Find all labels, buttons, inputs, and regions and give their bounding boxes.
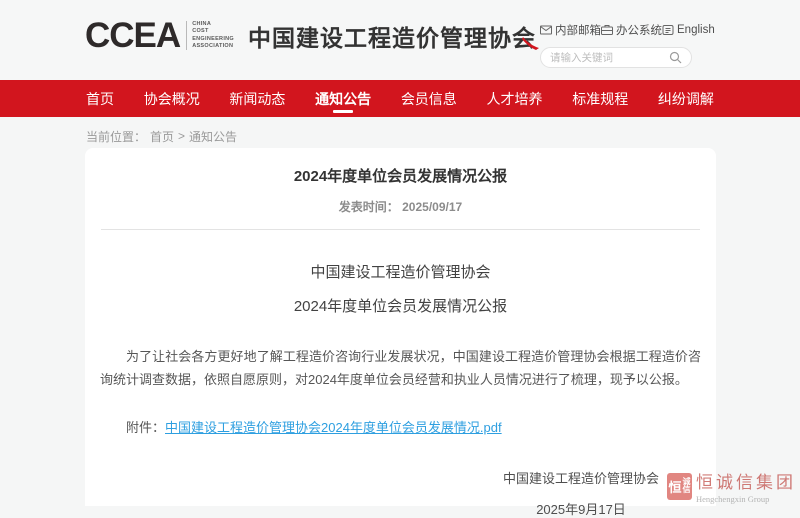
main-nav-inner: 首页 协会概况 新闻动态 通知公告 会员信息 人才培养 标准规程 纠纷调解 <box>86 80 714 117</box>
nav-item-home[interactable]: 首页 <box>86 80 114 117</box>
article-paragraph: 为了让社会各方更好地了解工程造价咨询行业发展状况，中国建设工程造价管理协会根据工… <box>100 345 701 391</box>
attachment-pdf-link[interactable]: 中国建设工程造价管理协会2024年度单位会员发展情况.pdf <box>165 420 502 435</box>
quick-link-label: 办公系统 <box>616 22 662 38</box>
title-divider <box>101 229 700 230</box>
logo-subtext-line: COST <box>192 28 234 35</box>
nav-item-members[interactable]: 会员信息 <box>401 80 457 117</box>
seal-char: 信 <box>683 486 691 494</box>
logo-subtext-line: ASSOCIATION <box>192 43 234 50</box>
main-nav: 首页 协会概况 新闻动态 通知公告 会员信息 人才培养 标准规程 纠纷调解 <box>0 80 800 117</box>
doc-heading-title: 2024年度单位会员发展情况公报 <box>85 295 716 316</box>
attachment-row: 附件：中国建设工程造价管理协会2024年度单位会员发展情况.pdf <box>100 417 701 436</box>
quick-link-label: 内部邮箱 <box>555 22 601 38</box>
breadcrumb-home[interactable]: 首页 <box>150 128 174 145</box>
logo-swoosh-icon <box>522 33 540 51</box>
search-icon[interactable] <box>669 51 682 64</box>
hengchengxin-seal-icon: 恒 诚 信 <box>667 473 692 500</box>
globe-icon <box>662 24 674 36</box>
quick-links: 内部邮箱 办公系统 English <box>540 22 700 38</box>
link-english[interactable]: English <box>662 24 715 36</box>
nav-item-training[interactable]: 人才培养 <box>487 80 543 117</box>
attachment-label: 附件： <box>126 420 165 435</box>
seal-char: 恒 <box>668 477 681 496</box>
article-card: 2024年度单位会员发展情况公报 发表时间： 2025/09/17 中国建设工程… <box>85 148 716 506</box>
signature-org: 中国建设工程造价管理协会 <box>476 468 686 487</box>
site-header: CCEA CHINA COST ENGINEERING ASSOCIATION … <box>0 0 800 80</box>
watermark-name-cn: 恒诚信集团 <box>696 468 796 493</box>
watermark-text: 恒诚信集团 Hengchengxin Group <box>696 468 796 504</box>
breadcrumb-separator: > <box>178 129 185 143</box>
nav-item-mediation[interactable]: 纠纷调解 <box>658 80 714 117</box>
breadcrumb: 当前位置： 首页 > 通知公告 <box>86 127 800 145</box>
nav-item-notices[interactable]: 通知公告 <box>315 80 371 117</box>
nav-item-news[interactable]: 新闻动态 <box>229 80 285 117</box>
publish-date: 发表时间： 2025/09/17 <box>85 198 716 215</box>
nav-item-about[interactable]: 协会概况 <box>144 80 200 117</box>
breadcrumb-current[interactable]: 通知公告 <box>189 128 237 145</box>
logo-subtext-line: CHINA <box>192 21 234 28</box>
site-title: 中国建设工程造价管理协会 <box>248 19 536 53</box>
search-box[interactable] <box>540 47 692 68</box>
link-office-system[interactable]: 办公系统 <box>601 22 662 38</box>
site-logo[interactable]: CCEA CHINA COST ENGINEERING ASSOCIATION … <box>85 18 536 53</box>
search-input[interactable] <box>550 52 660 64</box>
signature-block: 中国建设工程造价管理协会 2025年9月17日 <box>476 468 686 518</box>
watermark-name-en: Hengchengxin Group <box>696 494 796 504</box>
quick-link-label: English <box>677 24 715 36</box>
mail-icon <box>540 24 552 36</box>
logo-subtext: CHINA COST ENGINEERING ASSOCIATION <box>186 21 234 51</box>
article-title: 2024年度单位会员发展情况公报 <box>85 148 716 186</box>
nav-item-standards[interactable]: 标准规程 <box>572 80 628 117</box>
hengchengxin-watermark: 恒 诚 信 恒诚信集团 Hengchengxin Group <box>667 468 796 504</box>
doc-heading-org: 中国建设工程造价管理协会 <box>85 261 716 282</box>
header-utilities: 内部邮箱 办公系统 English <box>540 22 700 68</box>
briefcase-icon <box>601 24 613 36</box>
logo-subtext-line: ENGINEERING <box>192 36 234 43</box>
breadcrumb-prefix: 当前位置： <box>86 128 146 145</box>
logo-acronym: CCEA <box>85 18 180 53</box>
link-internal-mail[interactable]: 内部邮箱 <box>540 22 601 38</box>
signature-date: 2025年9月17日 <box>476 499 686 518</box>
